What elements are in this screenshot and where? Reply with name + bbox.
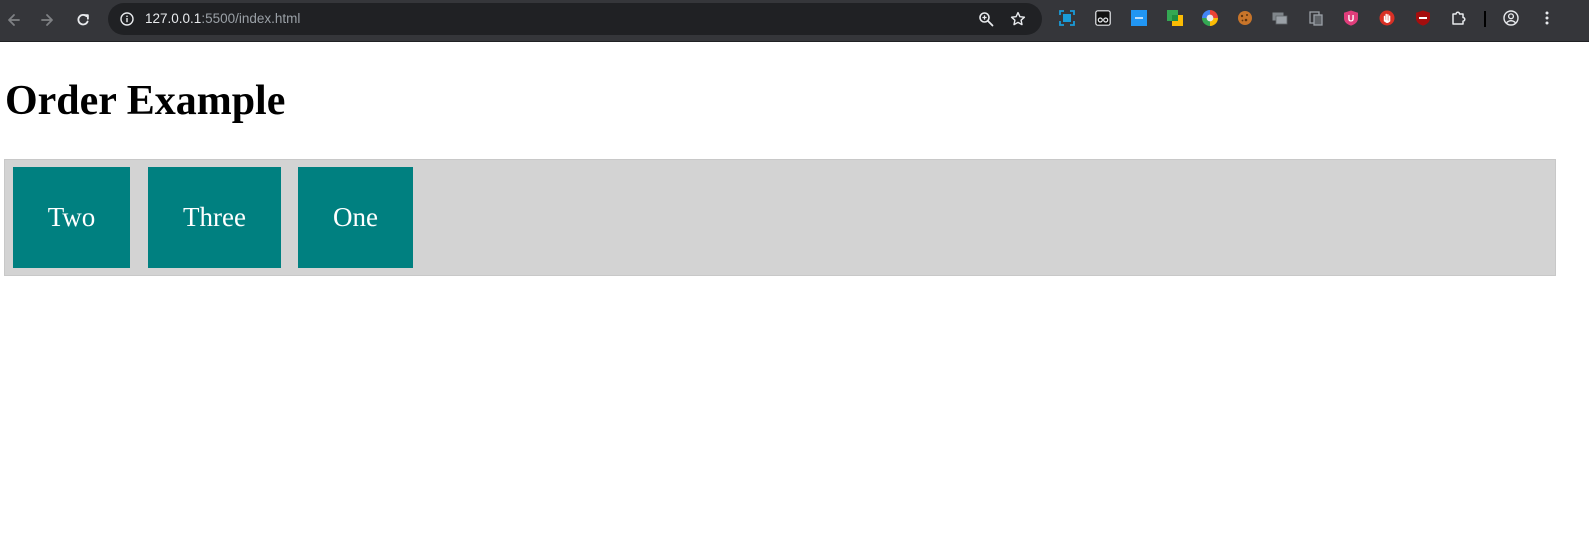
block-icon <box>1416 10 1430 26</box>
browser-toolbar: 127.0.0.1:5500/index.html U <box>0 0 1589 42</box>
zoom-icon <box>979 12 994 27</box>
site-info-icon <box>120 12 134 26</box>
ext-ublock[interactable]: U <box>1343 10 1359 26</box>
profile-button[interactable] <box>1503 10 1519 26</box>
profile-icon <box>1503 10 1519 26</box>
clipboard-icon <box>1309 11 1323 26</box>
ext-block[interactable] <box>1415 10 1431 26</box>
ext-cookie[interactable] <box>1237 10 1253 26</box>
site-info-button[interactable] <box>116 8 138 30</box>
flex-item-three: Three <box>148 167 281 268</box>
url-path: :5500/index.html <box>201 11 301 26</box>
blue-app-icon <box>1131 10 1147 26</box>
ext-eyes[interactable] <box>1095 10 1111 26</box>
ext-clipboard[interactable] <box>1308 10 1324 26</box>
forward-icon <box>41 14 53 26</box>
bookmark-button[interactable] <box>1008 9 1028 29</box>
menu-kebab-icon <box>1545 11 1549 25</box>
back-icon <box>8 14 20 26</box>
flex-item-one: One <box>298 167 413 268</box>
bookmark-star-icon <box>1010 11 1026 26</box>
cookie-icon <box>1238 11 1252 25</box>
ext-stop-hand[interactable] <box>1379 10 1395 26</box>
ext-green-yellow-app[interactable] <box>1167 10 1183 26</box>
back-button[interactable] <box>0 6 28 34</box>
forward-button[interactable] <box>33 6 61 34</box>
tab-stack-icon <box>1272 12 1288 25</box>
url-host: 127.0.0.1 <box>145 11 202 26</box>
url-text[interactable]: 127.0.0.1:5500/index.html <box>145 11 300 27</box>
svg-text:U: U <box>1348 14 1355 24</box>
ublock-icon: U <box>1344 10 1358 26</box>
flex-container: Two Three One <box>4 159 1556 276</box>
eyes-icon <box>1095 10 1111 26</box>
toolbar-separator <box>1484 11 1486 27</box>
ext-screen-capture[interactable] <box>1059 10 1075 26</box>
reload-icon <box>77 13 89 26</box>
stop-hand-icon <box>1379 10 1395 26</box>
browser-menu-button[interactable] <box>1539 10 1555 26</box>
ext-tab-stack[interactable] <box>1272 10 1288 26</box>
address-bar[interactable]: 127.0.0.1:5500/index.html <box>108 3 1042 35</box>
extensions-puzzle-icon <box>1452 11 1466 25</box>
ext-color-circle[interactable] <box>1202 10 1218 26</box>
page-title: Order Example <box>5 78 286 124</box>
screen-capture-icon <box>1059 10 1075 26</box>
flex-item-two: Two <box>13 167 130 268</box>
reload-button[interactable] <box>69 6 97 34</box>
extensions-button[interactable] <box>1451 10 1467 26</box>
green-yellow-app-icon <box>1167 10 1183 26</box>
color-circle-icon <box>1202 10 1218 26</box>
zoom-button[interactable] <box>976 9 996 29</box>
ext-blue-app[interactable] <box>1131 10 1147 26</box>
